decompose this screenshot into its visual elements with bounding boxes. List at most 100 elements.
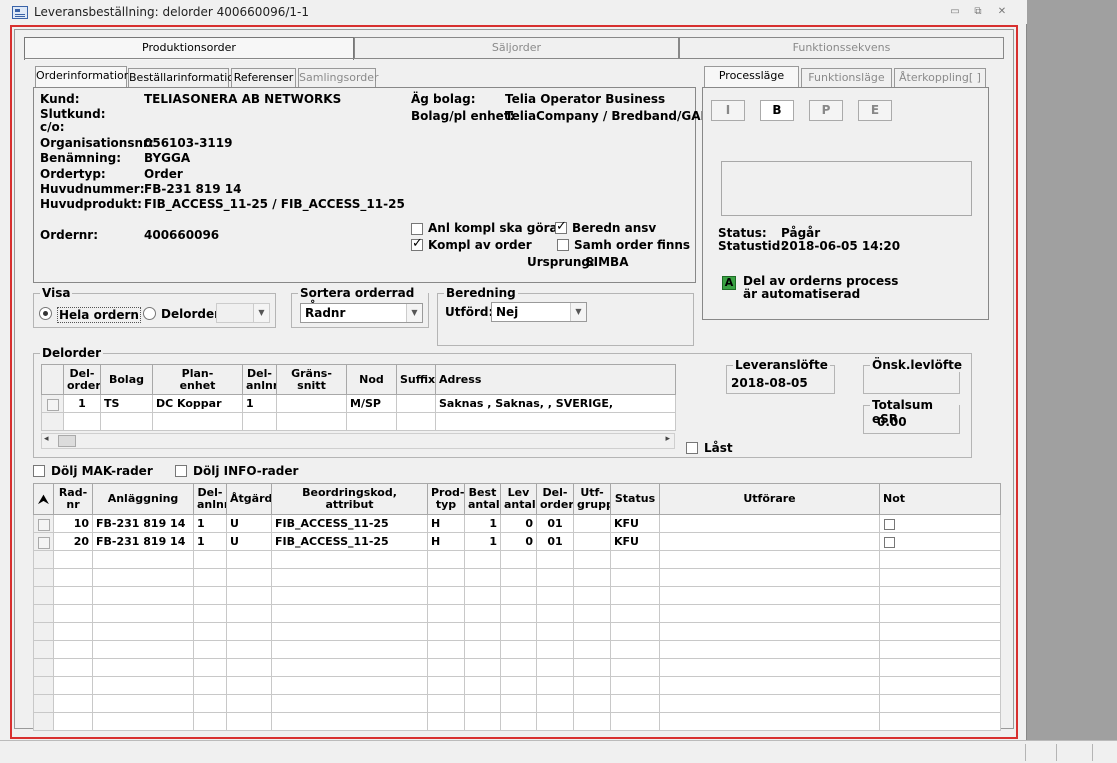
restore-icon[interactable]: ⧉ xyxy=(969,4,987,20)
totalsum-value: 0.00 xyxy=(877,415,907,429)
empty-cell xyxy=(92,550,194,569)
row-selector[interactable] xyxy=(33,694,54,713)
row-selector[interactable] xyxy=(33,568,54,587)
empty-cell xyxy=(573,550,611,569)
delorder-col-nod[interactable]: Nod xyxy=(346,364,397,395)
delorder-col-delanlnr[interactable]: Del- anlnr xyxy=(242,364,277,395)
beredn-ansv-checkbox[interactable] xyxy=(555,219,567,234)
row-selector[interactable] xyxy=(33,658,54,677)
table-row[interactable] xyxy=(41,412,676,431)
orderrows-col-anlaggning[interactable]: Anläggning xyxy=(92,483,194,515)
delorder-col-granssnitt[interactable]: Gräns- snitt xyxy=(276,364,347,395)
process-button-b[interactable]: B xyxy=(760,100,794,121)
row-selector[interactable] xyxy=(41,394,64,413)
tab-processlage[interactable]: Processläge xyxy=(704,66,799,88)
tab-funktionslage[interactable]: Funktionsläge xyxy=(801,68,892,88)
hela-ordern-label[interactable]: Hela ordern xyxy=(57,307,141,323)
tab-referenser[interactable]: Referenser xyxy=(231,68,296,88)
delorder-radio[interactable] xyxy=(143,307,156,320)
delorder-col-delorder[interactable]: Del- order xyxy=(63,364,101,395)
process-button-p[interactable]: P xyxy=(809,100,843,121)
table-row[interactable] xyxy=(33,658,1001,677)
empty-cell xyxy=(427,622,465,641)
table-row[interactable] xyxy=(33,550,1001,569)
process-button-e[interactable]: E xyxy=(858,100,892,121)
row-selector[interactable] xyxy=(33,676,54,695)
cell-utfgrupp xyxy=(573,532,611,551)
orderrows-col-utfgrupp[interactable]: Utf- grupp xyxy=(573,483,611,515)
tab-funktionssekvens[interactable]: Funktionssekvens xyxy=(679,37,1004,59)
orderrows-col-status[interactable]: Status xyxy=(610,483,660,515)
orderrows-col-atgard[interactable]: Åtgärd xyxy=(226,483,272,515)
delorder-col-planenhet[interactable]: Plan- enhet xyxy=(152,364,243,395)
scroll-right-icon[interactable]: ▸ xyxy=(665,434,670,444)
delorder-col-bolag[interactable]: Bolag xyxy=(100,364,153,395)
kompl-av-order-checkbox[interactable] xyxy=(411,236,423,251)
tab-produktionsorder[interactable]: Produktionsorder xyxy=(24,37,354,60)
cell-not[interactable] xyxy=(879,532,1001,551)
empty-cell xyxy=(427,550,465,569)
sort-arrow-icon[interactable]: ⮝ xyxy=(33,483,54,515)
table-row[interactable] xyxy=(33,676,1001,695)
scroll-thumb[interactable] xyxy=(58,435,76,447)
minimize-icon[interactable]: ▭ xyxy=(946,4,964,20)
tab-orderinformation[interactable]: Orderinformation xyxy=(35,66,131,88)
row-selector[interactable] xyxy=(33,532,54,551)
dolj-info-checkbox[interactable] xyxy=(175,465,187,477)
orderrows-col-utforare[interactable]: Utförare xyxy=(659,483,880,515)
table-row[interactable]: 20 FB-231 819 14 1 U FIB_ACCESS_11-25 H 1 0 01 KF… xyxy=(33,532,1001,551)
table-row[interactable]: 10 FB-231 819 14 1 U FIB_ACCESS_11-25 H 1 0 01 KF… xyxy=(33,514,1001,533)
process-button-i[interactable]: I xyxy=(711,100,745,121)
orderrows-col-delanlnr[interactable]: Del- anlnr xyxy=(193,483,227,515)
not-checkbox[interactable] xyxy=(884,518,895,530)
scroll-left-icon[interactable]: ◂ xyxy=(44,434,49,444)
table-row[interactable] xyxy=(33,568,1001,587)
table-row[interactable] xyxy=(33,640,1001,659)
row-selector[interactable] xyxy=(33,604,54,623)
last-checkbox[interactable] xyxy=(686,442,698,454)
delorder-col-suffix[interactable]: Suffix xyxy=(396,364,436,395)
orderrows-col-delorder[interactable]: Del- order xyxy=(536,483,574,515)
row-selector[interactable] xyxy=(41,412,64,431)
tab-saljorder[interactable]: Säljorder xyxy=(354,37,679,59)
row-selector[interactable] xyxy=(33,712,54,731)
delorder-hscrollbar[interactable]: ◂ ▸ xyxy=(41,433,675,449)
table-row[interactable] xyxy=(33,694,1001,713)
tab-bestallarinformation[interactable]: Beställarinformation xyxy=(128,68,241,88)
orderrows-col-bestantal[interactable]: Best antal xyxy=(464,483,501,515)
row-selector[interactable] xyxy=(33,622,54,641)
orderrows-col-beordringskod[interactable]: Beordringskod, attribut xyxy=(271,483,428,515)
delorder-radio-label[interactable]: Delorder xyxy=(161,307,220,321)
delorder-col-adress[interactable]: Adress xyxy=(435,364,676,395)
hela-ordern-radio[interactable] xyxy=(39,307,52,320)
sortera-select[interactable]: Radnr ▼ xyxy=(300,303,423,323)
tab-samlingsorder[interactable]: Samlingsorder xyxy=(298,68,379,88)
empty-cell xyxy=(464,712,501,731)
row-selector[interactable] xyxy=(33,586,54,605)
delorder-select[interactable]: ▼ xyxy=(216,303,270,323)
table-row[interactable] xyxy=(33,622,1001,641)
samh-order-checkbox[interactable] xyxy=(557,239,569,251)
orderrows-col-radnr[interactable]: Rad- nr xyxy=(53,483,93,515)
table-row[interactable]: 1 TS DC Koppar 1 M/SP Saknas , Saknas, ,… xyxy=(41,394,676,413)
anl-kompl-checkbox[interactable] xyxy=(411,223,423,235)
row-selector[interactable] xyxy=(33,550,54,569)
orderrows-col-levantal[interactable]: Lev antal xyxy=(500,483,537,515)
empty-cell xyxy=(573,640,611,659)
orderrows-col-prodtyp[interactable]: Prod- typ xyxy=(427,483,465,515)
chevron-down-icon: ▼ xyxy=(406,304,422,322)
dolj-mak-checkbox[interactable] xyxy=(33,465,45,477)
orderrows-col-not[interactable]: Not xyxy=(879,483,1001,515)
table-row[interactable] xyxy=(33,712,1001,731)
empty-cell xyxy=(427,586,465,605)
tab-aterkoppling[interactable]: Återkoppling[ ] xyxy=(894,68,986,88)
huvudnummer-label: Huvudnummer: xyxy=(40,182,145,196)
table-row[interactable] xyxy=(33,604,1001,623)
row-selector[interactable] xyxy=(33,640,54,659)
close-icon[interactable]: ✕ xyxy=(993,4,1011,20)
not-checkbox[interactable] xyxy=(884,536,895,548)
row-selector[interactable] xyxy=(33,514,54,533)
table-row[interactable] xyxy=(33,586,1001,605)
cell-not[interactable] xyxy=(879,514,1001,533)
utford-select[interactable]: Nej ▼ xyxy=(491,302,587,322)
